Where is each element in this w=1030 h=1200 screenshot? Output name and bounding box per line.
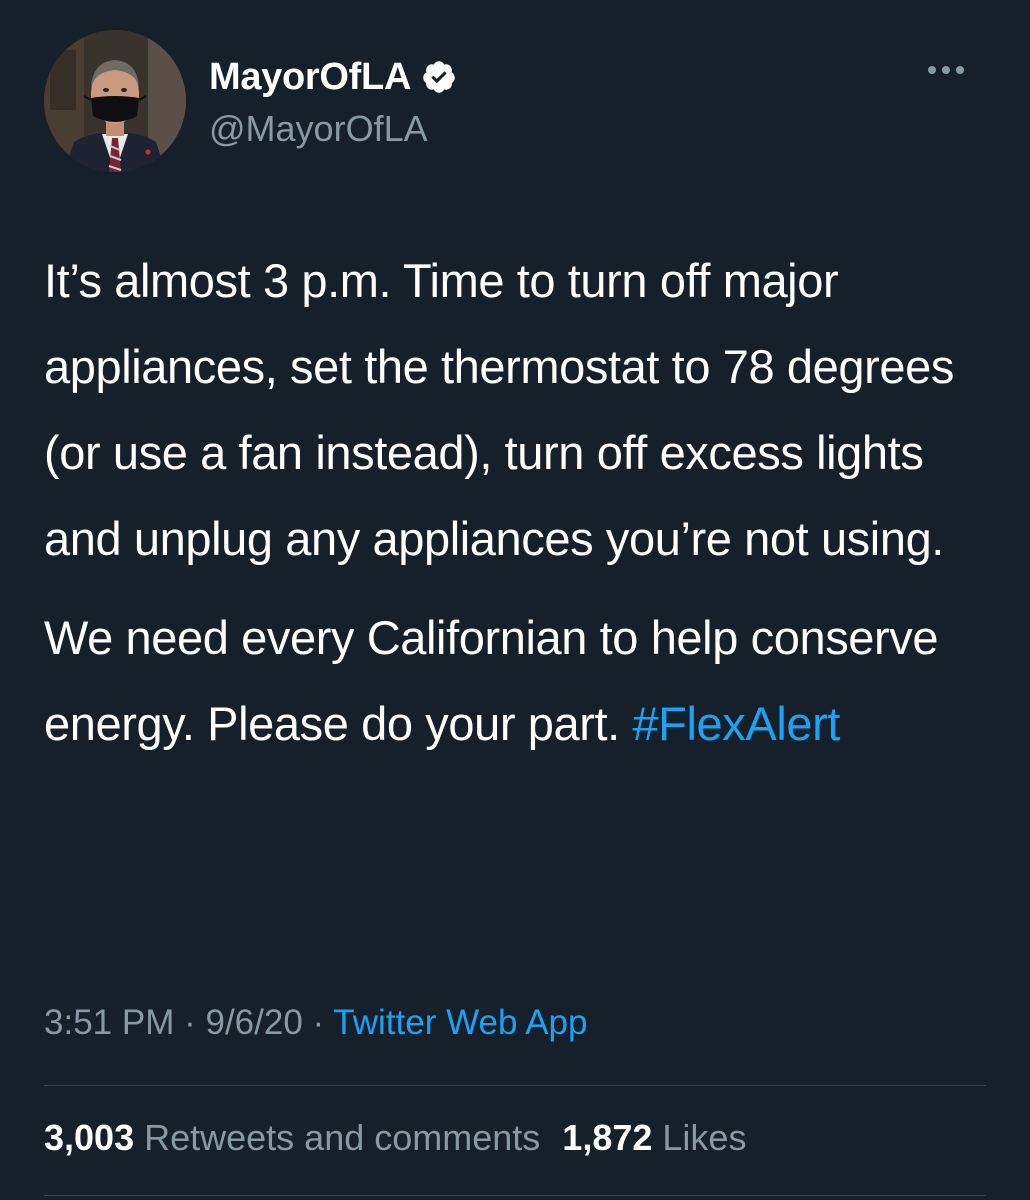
hashtag-link[interactable]: #FlexAlert — [632, 697, 840, 750]
tweet-date[interactable]: 9/6/20 — [205, 1003, 302, 1042]
retweets-label: Retweets and comments — [144, 1117, 541, 1158]
author-names: MayorOfLA @MayorOfLA — [209, 52, 457, 150]
likes-label: Likes — [662, 1117, 747, 1158]
tweet-stats: 3,003 Retweets and comments 1,872 Likes — [44, 1117, 746, 1159]
meta-separator: · — [184, 1003, 196, 1042]
divider — [44, 1085, 986, 1086]
tweet-time[interactable]: 3:51 PM — [44, 1003, 174, 1042]
author-handle[interactable]: @MayorOfLA — [209, 108, 457, 150]
display-name[interactable]: MayorOfLA — [209, 56, 411, 99]
avatar-photo — [44, 30, 186, 172]
likes-count: 1,872 — [562, 1117, 653, 1158]
more-dot — [956, 66, 964, 74]
more-dot — [942, 66, 950, 74]
tweet-header: MayorOfLA @MayorOfLA — [44, 30, 994, 175]
divider — [44, 1195, 986, 1196]
verified-badge-icon — [423, 61, 455, 93]
more-dot — [928, 66, 936, 74]
meta-separator: · — [312, 1003, 325, 1042]
tweet-detail: MayorOfLA @MayorOfLA It’s almost 3 p.m. … — [0, 0, 1030, 1200]
avatar[interactable] — [44, 30, 186, 172]
tweet-text: It’s almost 3 p.m. Time to turn off majo… — [44, 238, 1004, 767]
display-name-row: MayorOfLA — [209, 52, 457, 102]
tweet-source-link[interactable]: Twitter Web App — [333, 1003, 587, 1042]
likes-stat[interactable]: 1,872 Likes — [562, 1117, 746, 1158]
tweet-meta: 3:51 PM · 9/6/20 · Twitter Web App — [44, 1003, 587, 1043]
tweet-paragraph-1: It’s almost 3 p.m. Time to turn off majo… — [44, 254, 954, 565]
retweets-stat[interactable]: 3,003 Retweets and comments — [44, 1117, 540, 1158]
retweets-count: 3,003 — [44, 1117, 135, 1158]
tweet-paragraph-2: We need every Californian to help conser… — [44, 595, 1004, 767]
more-options-icon[interactable] — [928, 66, 964, 74]
